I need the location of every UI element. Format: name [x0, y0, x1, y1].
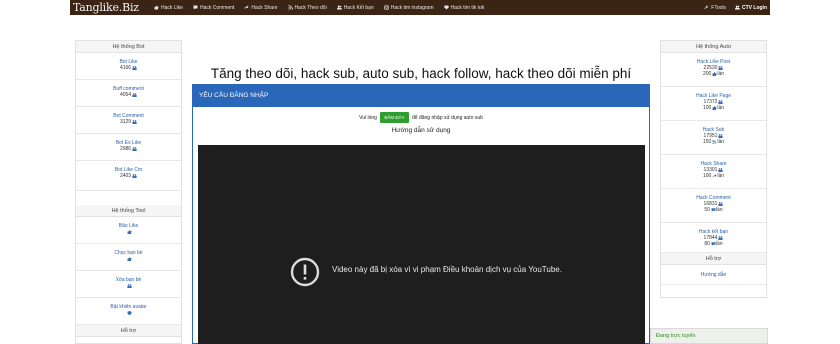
thumbs-up-icon [154, 5, 159, 10]
users-icon [132, 173, 137, 178]
sidebar-item-huong-dan[interactable]: Hướng dẫn [661, 265, 766, 285]
sidebar-item-hack-like-page[interactable]: Hack Like Page 17372 100 lần [661, 87, 766, 121]
sidebar-item-hack-ket-ban[interactable]: Hack kết bạn 17844 80 lần [661, 223, 766, 253]
nav-ctv-login[interactable]: CTV Login [735, 5, 767, 11]
users-icon [718, 167, 724, 172]
thumbs-up-icon [127, 229, 131, 234]
wrench-icon [704, 5, 709, 9]
users-icon [718, 201, 724, 206]
alert-icon [290, 257, 320, 287]
users-icon [336, 5, 342, 10]
sidebar-item-hack-like-post[interactable]: Hack Like Post 22530 200 lần [661, 53, 766, 87]
sidebar-item-xoa-ban-be[interactable]: Xóa bạn bè [76, 271, 181, 298]
online-status-box[interactable]: Đang trực tuyến [650, 328, 768, 344]
share-icon [244, 5, 249, 10]
sidebar-item-hack-sub[interactable]: Hack Sub 17951 150 lần [661, 121, 766, 155]
video-removed-message: Video này đã bị xóa vì vi phạm Điều khoả… [332, 265, 562, 274]
users-icon [132, 92, 137, 97]
site-logo[interactable]: Tanglike.Biz [70, 1, 154, 14]
sidebar-item-hack-share[interactable]: Hack Share 13301 100 lần [661, 155, 766, 189]
sidebar-item-bot-ex-like[interactable]: Bot Ex Like 2986 [76, 134, 181, 161]
nav-hack-follow[interactable]: Hack Theo dõi [287, 5, 327, 11]
panel-heading: YÊU CẦU ĐĂNG NHẬP [193, 85, 649, 107]
section-title-bot: Hệ thống Bot [76, 41, 181, 53]
sidebar-item-bao-like[interactable]: Bão Like [76, 217, 181, 244]
comment-icon [193, 5, 198, 10]
nav-hack-like[interactable]: Hack Like [154, 5, 183, 11]
nav-hack-share[interactable]: Hack Share [244, 5, 278, 11]
login-button[interactable]: BẤM ĐÂY [380, 112, 409, 123]
nav-hack-comment[interactable]: Hack Comment [193, 5, 234, 11]
users-icon [718, 133, 724, 138]
poke-icon [127, 256, 131, 261]
sidebar-item-buff-comment[interactable]: Buff comment 4054 [76, 80, 181, 107]
users-icon [718, 65, 724, 70]
nav-ftools[interactable]: FTools [704, 5, 726, 11]
sidebar-item-bot-like-cm[interactable]: Bot Like Cm 2403 [76, 161, 181, 191]
sidebar-item-bat-khien-avatar[interactable]: Bật khiên avatar [76, 298, 181, 325]
rss-icon [287, 5, 293, 10]
section-title-support-right: Hỗ trợ [661, 253, 766, 265]
nav-hack-tiktok[interactable]: Hack tim tik tok [443, 5, 484, 11]
instagram-icon [383, 5, 389, 10]
left-sidebar: Hệ thống Bot Bot Like 4166 Buff comment … [75, 40, 182, 344]
nav-hack-friend[interactable]: Hack Kết bạn [336, 5, 374, 11]
users-icon [132, 65, 137, 70]
section-title-auto: Hệ thống Auto [661, 41, 766, 53]
shield-icon [127, 310, 131, 315]
users-icon [132, 119, 137, 124]
sidebar-item-choc-ban-be[interactable]: Chọc bạn bè [76, 244, 181, 271]
users-icon [132, 146, 137, 151]
guide-title: Hướng dẫn sử dụng [391, 127, 451, 134]
users-icon [735, 5, 740, 10]
right-sidebar: Hệ thống Auto Hack Like Post 22530 200 lầ… [660, 40, 767, 298]
users-icon [718, 235, 724, 240]
top-navbar: Tanglike.Biz Hack Like Hack Comment Hack… [70, 0, 770, 15]
login-panel: YÊU CẦU ĐĂNG NHẬP Vui lòng BẤM ĐÂY để đă… [192, 84, 650, 344]
sidebar-item-bot-like[interactable]: Bot Like 4166 [76, 53, 181, 80]
sidebar-item-hack-comment[interactable]: Hack Comment 16831 50 lần [661, 189, 766, 223]
users-icon [126, 283, 132, 288]
nav-menu: Hack Like Hack Comment Hack Share Hack T… [154, 5, 494, 11]
login-prompt: Vui lòng BẤM ĐÂY để đăng nhập sử dụng au… [193, 112, 649, 123]
online-label: Đang trực tuyến [656, 333, 696, 339]
nav-hack-instagram[interactable]: Hack tim instagram [383, 5, 434, 11]
heart-icon [443, 5, 449, 10]
youtube-video-player[interactable]: Video này đã bị xóa vì vi phạm Điều khoả… [198, 145, 645, 344]
users-icon [718, 99, 724, 104]
section-title-tool: Hệ thống Tool [76, 205, 181, 217]
section-title-support: Hỗ trợ [76, 325, 181, 337]
nav-right-menu: FTools CTV Login [695, 5, 770, 11]
sidebar-item-bot-comment[interactable]: Bot Comment 3129 [76, 107, 181, 134]
page-title: Tăng theo dõi, hack sub, auto sub, hack … [210, 66, 632, 81]
